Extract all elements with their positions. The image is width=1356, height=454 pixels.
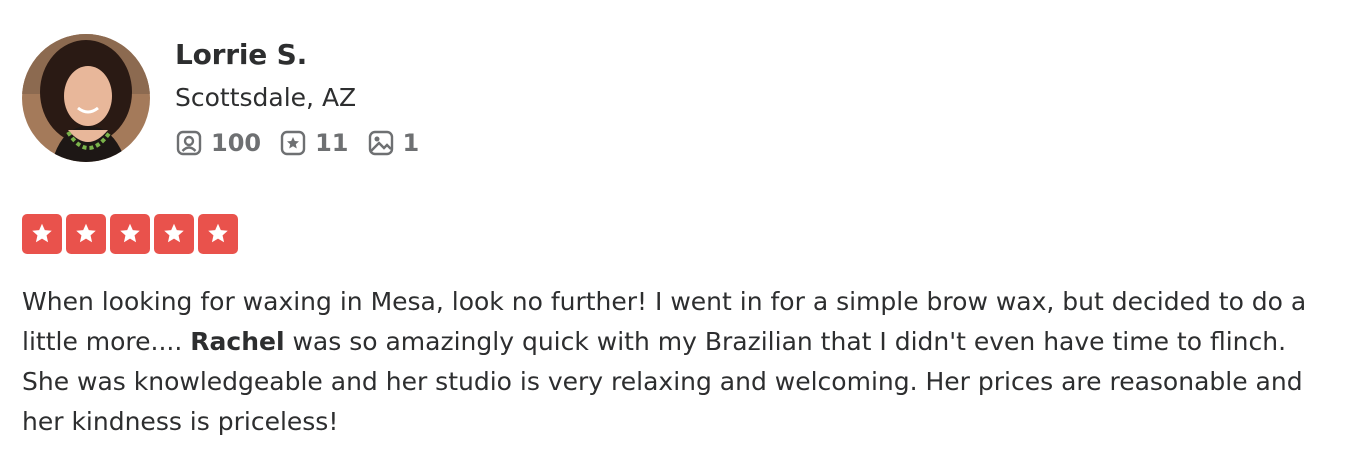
reviews-count: 11 bbox=[315, 129, 349, 157]
photos-stat: 1 bbox=[367, 129, 420, 157]
photo-icon bbox=[367, 129, 395, 157]
review-highlight: Rachel bbox=[190, 327, 285, 356]
reviewer-avatar[interactable] bbox=[22, 34, 150, 162]
rating-star-icon bbox=[154, 214, 194, 254]
reviewer-stats: 100 11 1 bbox=[175, 129, 419, 157]
review-text: When looking for waxing in Mesa, look no… bbox=[22, 287, 1307, 436]
rating-star-icon bbox=[198, 214, 238, 254]
rating-star-icon bbox=[110, 214, 150, 254]
rating-star-icon bbox=[22, 214, 62, 254]
friends-stat: 100 bbox=[175, 129, 261, 157]
friends-count: 100 bbox=[211, 129, 262, 157]
reviews-stat: 11 bbox=[279, 129, 349, 157]
photos-count: 1 bbox=[402, 129, 420, 157]
reviewer-location: Scottsdale, AZ bbox=[175, 83, 357, 112]
star-rating bbox=[22, 214, 238, 254]
reviewer-name[interactable]: Lorrie S. bbox=[175, 38, 307, 71]
friends-icon bbox=[175, 129, 203, 157]
star-icon bbox=[279, 129, 307, 157]
rating-star-icon bbox=[66, 214, 106, 254]
